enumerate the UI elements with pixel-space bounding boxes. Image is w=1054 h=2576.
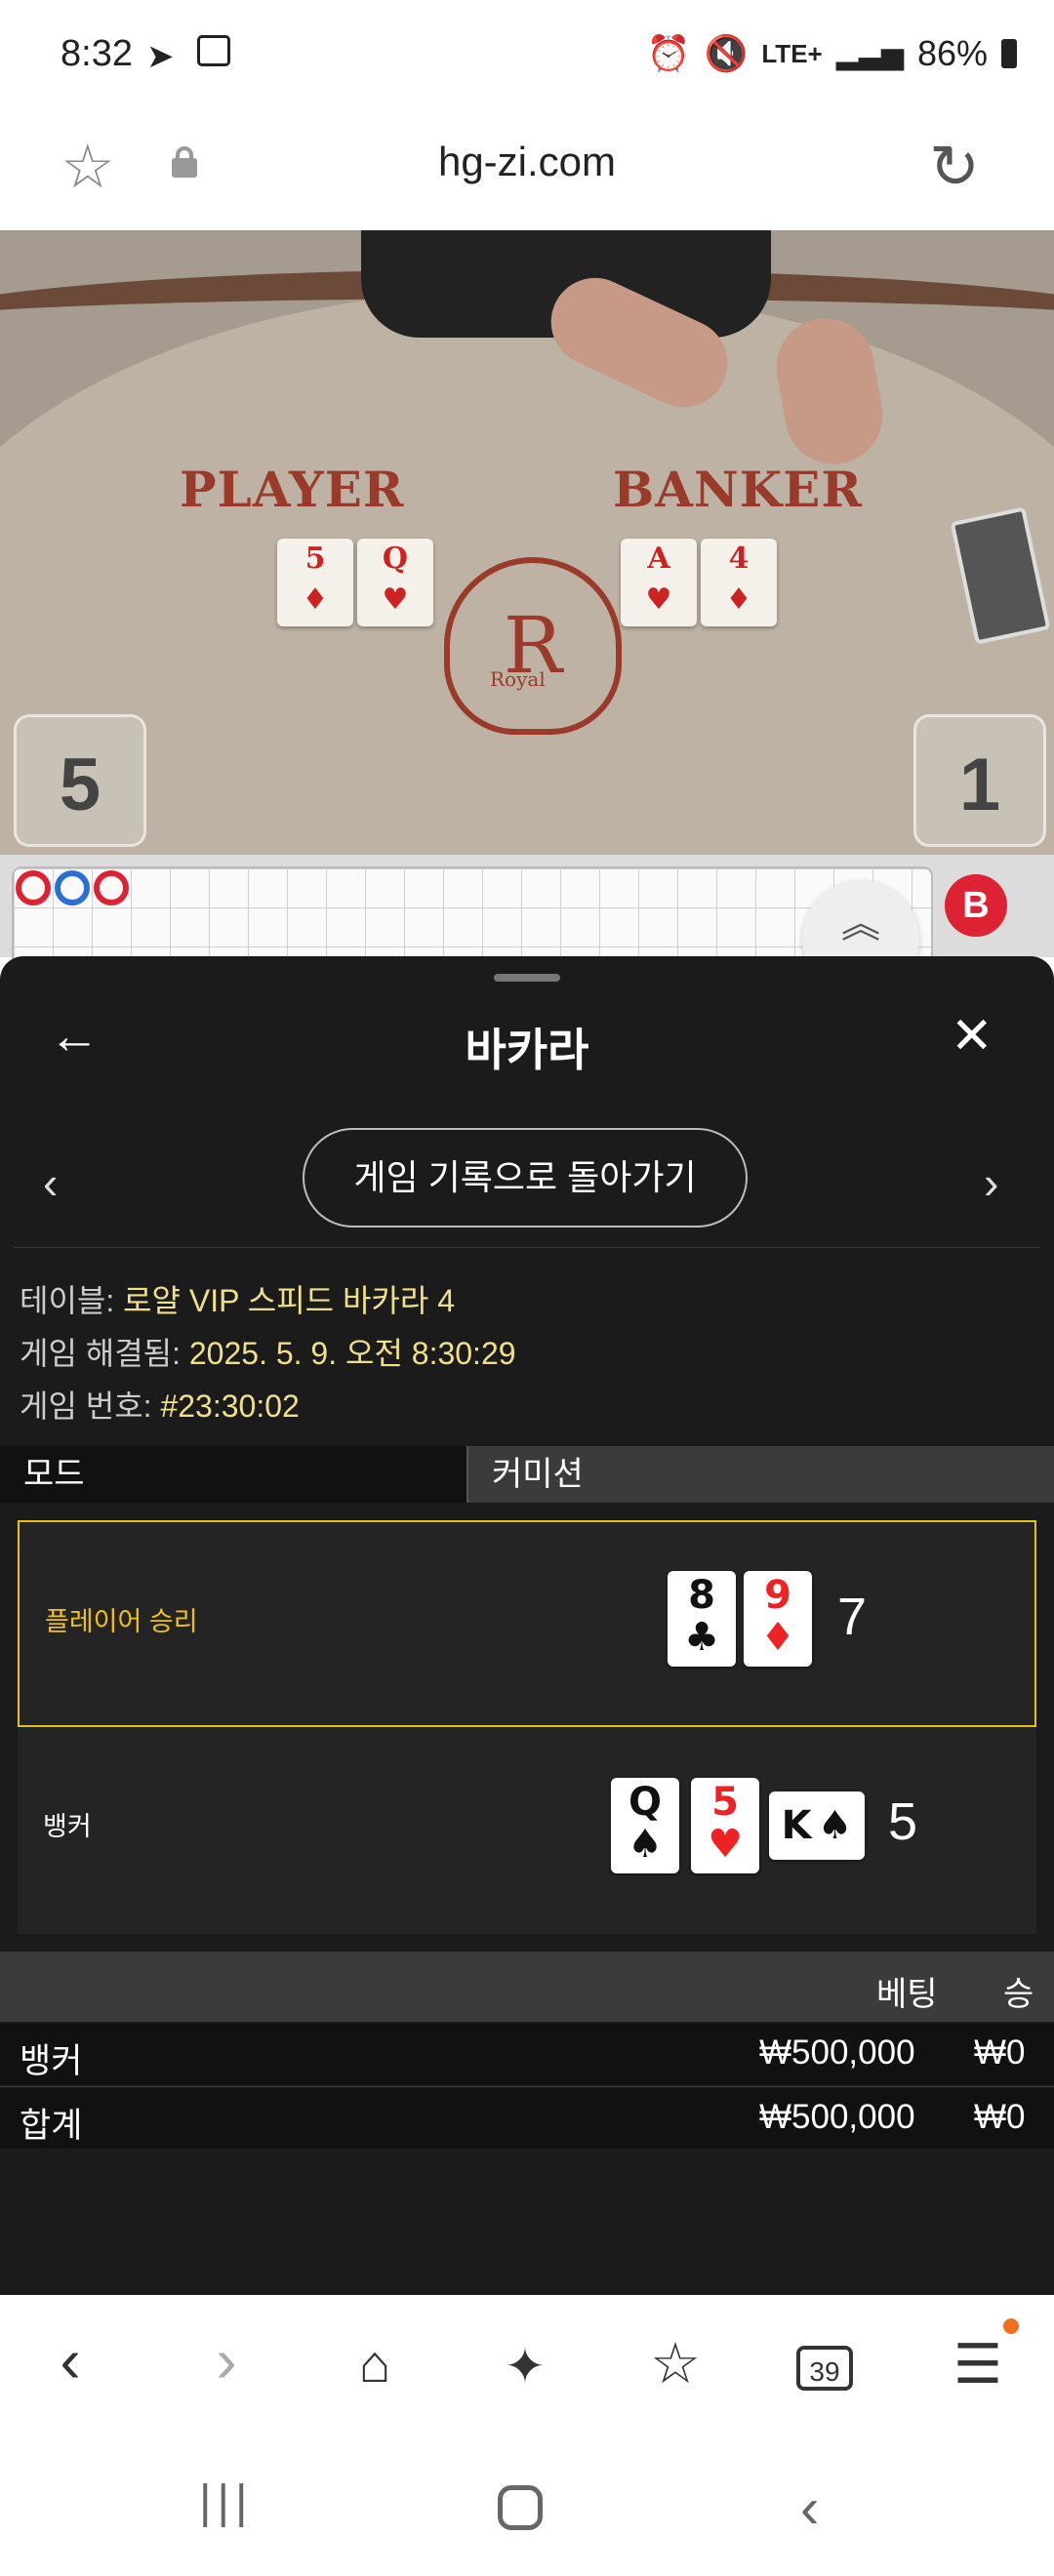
banker-badge: B <box>945 874 1007 937</box>
playing-card: 8 ♣ <box>668 1571 736 1667</box>
divider <box>14 1247 1040 1248</box>
next-game-chevron-icon[interactable]: › <box>984 1156 998 1209</box>
table-info: 테이블: 로얄 VIP 스피드 바카라 4 <box>20 1283 455 1318</box>
menu-icon[interactable]: ☰ <box>929 2332 1027 2396</box>
player-felt-label: PLAYER <box>180 461 405 518</box>
signal-icon: ▂▃▅ <box>835 37 904 70</box>
banker-label: 뱅커 <box>43 1812 92 1841</box>
video-player-card-1: 5 ♦ <box>277 539 353 626</box>
home-button-icon[interactable] <box>498 2485 543 2530</box>
banker-score-box: 1 <box>913 714 1046 847</box>
game-number-info: 게임 번호: #23:30:02 <box>20 1389 300 1424</box>
win-column-header: 승 <box>1003 1976 1034 2013</box>
bet-row-amount: ₩500,000 <box>759 2033 915 2072</box>
player-score-box: 5 <box>14 714 146 847</box>
bet-column-header: 베팅 <box>876 1976 938 2013</box>
divider <box>0 2086 1054 2087</box>
ai-sparkle-icon[interactable]: ✦ <box>476 2338 574 2395</box>
video-banker-card-1: A ♥ <box>621 539 697 626</box>
bookmarks-icon[interactable]: ☆ <box>627 2330 724 2396</box>
bead-road-grid[interactable] <box>12 866 933 968</box>
roadmap-strip: ︽ B <box>0 855 1054 997</box>
drag-handle[interactable] <box>494 974 560 982</box>
road-banker-marker <box>16 870 51 906</box>
reload-icon[interactable]: ↻ <box>929 131 980 202</box>
browser-toolbar: ‹ › ⌂ ✦ ☆ 39 ☰ <box>0 2295 1054 2436</box>
back-icon[interactable]: ‹ <box>21 2324 119 2396</box>
home-icon[interactable]: ⌂ <box>326 2334 424 2395</box>
telegram-icon: ➤ <box>146 38 175 75</box>
live-video-stream[interactable]: PLAYER BANKER 5 ♦ Q ♥ A ♥ 4 ♦ R Royal 5 1 <box>0 230 1054 855</box>
mute-icon: 🔇 <box>704 33 749 73</box>
network-type: LTE+ <box>761 38 823 68</box>
bet-row: 뱅커 ₩500,000 ₩0 <box>0 2024 1054 2084</box>
url-text[interactable]: hg-zi.com <box>0 139 1054 185</box>
game-history-panel: ← 바카라 ✕ ‹ 게임 기록으로 돌아가기 › 테이블: 로얄 VIP 스피드… <box>0 956 1054 2295</box>
video-player-card-2: Q ♥ <box>357 539 433 626</box>
status-bar: 8:32 ➤ ⏰ 🔇 LTE+ ▂▃▅ 86% <box>0 0 1054 107</box>
bet-row-name: 뱅커 <box>20 2042 83 2080</box>
player-hand-row: 플레이어 승리 8 ♣ 9 ♦ 7 <box>18 1520 1036 1727</box>
close-icon[interactable]: ✕ <box>951 1007 993 1066</box>
road-player-marker <box>55 870 90 906</box>
royal-crest-logo: R <box>444 557 622 735</box>
browser-url-bar: ☆ hg-zi.com ↻ <box>0 107 1054 231</box>
system-back-icon[interactable]: ‹ <box>800 2475 819 2541</box>
resolved-info: 게임 해결됨: 2025. 5. 9. 오전 8:30:29 <box>20 1336 516 1371</box>
status-time: 8:32 <box>61 33 133 74</box>
alarm-icon: ⏰ <box>646 33 691 73</box>
video-banker-card-2: 4 ♦ <box>701 539 777 626</box>
tabs-icon[interactable]: 39 <box>796 2346 853 2391</box>
bet-total-amount: ₩500,000 <box>759 2098 915 2136</box>
battery-icon <box>1001 39 1017 68</box>
battery-percent: 86% <box>916 33 988 73</box>
player-total: 7 <box>837 1588 868 1646</box>
tab-mode[interactable]: 모드 <box>0 1446 466 1503</box>
bet-table-header: 베팅 승 <box>0 1952 1054 2022</box>
mode-tabs: 모드 커미션 <box>0 1446 1054 1503</box>
crest-text: Royal <box>490 667 546 691</box>
playing-card: 9 ♦ <box>744 1571 812 1667</box>
android-nav-bar: ||| ‹ <box>0 2436 1054 2576</box>
status-right: ⏰ 🔇 LTE+ ▂▃▅ 86% <box>647 33 1017 74</box>
notification-dot <box>1003 2318 1019 2334</box>
bet-total-row: 합계 ₩500,000 ₩0 <box>0 2088 1054 2149</box>
bet-row-win: ₩0 <box>974 2033 1026 2072</box>
tab-commission[interactable]: 커미션 <box>466 1446 1054 1503</box>
playing-card-sideways: K ♠ <box>769 1791 865 1860</box>
panel-title: 바카라 <box>465 1025 589 1075</box>
gallery-icon <box>197 35 230 66</box>
playing-card: Q ♠ <box>611 1778 679 1873</box>
road-banker-marker <box>94 870 129 906</box>
banker-total: 5 <box>888 1792 918 1851</box>
bet-total-win: ₩0 <box>974 2098 1026 2136</box>
back-to-history-button[interactable]: 게임 기록으로 돌아가기 <box>303 1128 748 1228</box>
banker-hand-row: 뱅커 Q ♠ 5 ♥ K ♠ 5 <box>18 1727 1036 1934</box>
playing-card: 5 ♥ <box>691 1778 759 1873</box>
player-win-label: 플레이어 승리 <box>45 1607 198 1636</box>
forward-icon[interactable]: › <box>178 2324 275 2396</box>
banker-felt-label: BANKER <box>613 461 863 518</box>
bet-total-name: 합계 <box>20 2107 83 2145</box>
recent-apps-icon[interactable]: ||| <box>199 2475 253 2529</box>
prev-game-chevron-icon[interactable]: ‹ <box>43 1156 58 1209</box>
